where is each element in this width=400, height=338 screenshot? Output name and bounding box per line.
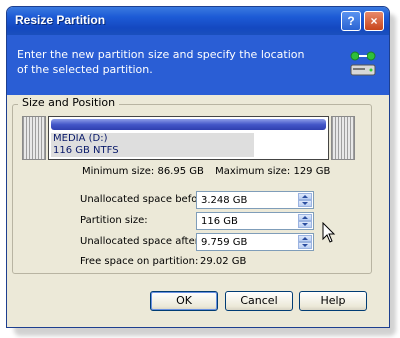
unallocated-before-region[interactable] bbox=[22, 116, 46, 160]
unallocated-before-stepper[interactable] bbox=[196, 191, 314, 209]
window-title: Resize Partition bbox=[15, 13, 106, 27]
minimum-size: Minimum size: 86.95 GB bbox=[82, 166, 204, 177]
partition-resize-bar[interactable] bbox=[51, 119, 326, 130]
banner-description: Enter the new partition size and specify… bbox=[17, 48, 305, 76]
size-limits: Minimum size: 86.95 GB Maximum size: 129… bbox=[82, 166, 338, 177]
title-bar[interactable]: Resize Partition ? × bbox=[7, 7, 389, 35]
help-title-button[interactable]: ? bbox=[341, 11, 361, 31]
unallocated-after-stepper[interactable] bbox=[196, 233, 314, 251]
unallocated-after-region[interactable] bbox=[331, 116, 355, 160]
spin-down-button[interactable] bbox=[298, 200, 312, 207]
partition-map[interactable]: MEDIA (D:) 116 GB NTFS bbox=[48, 116, 329, 160]
close-button[interactable]: × bbox=[364, 11, 384, 31]
unallocated-after-input[interactable] bbox=[199, 234, 297, 250]
partition-details: 116 GB NTFS bbox=[53, 145, 119, 156]
ok-button[interactable]: OK bbox=[150, 291, 218, 311]
partition-size-label: Partition size: bbox=[80, 215, 148, 226]
maximum-size: Maximum size: 129 GB bbox=[215, 166, 331, 177]
cancel-button[interactable]: Cancel bbox=[225, 291, 293, 311]
spin-down-button[interactable] bbox=[298, 221, 312, 228]
mouse-cursor-icon bbox=[322, 222, 336, 243]
drive-network-icon bbox=[350, 51, 376, 76]
group-label: Size and Position bbox=[18, 96, 120, 109]
unallocated-after-label: Unallocated space after: bbox=[80, 236, 203, 247]
partition-info: MEDIA (D:) 116 GB NTFS bbox=[51, 133, 254, 157]
partition-name: MEDIA (D:) bbox=[53, 133, 108, 144]
unallocated-before-label: Unallocated space before: bbox=[80, 194, 211, 205]
help-button[interactable]: Help bbox=[299, 291, 367, 311]
partition-size-input[interactable] bbox=[199, 213, 297, 229]
spin-up-button[interactable] bbox=[298, 235, 312, 242]
free-space-value: 29.02 GB bbox=[200, 256, 247, 267]
unallocated-before-input[interactable] bbox=[199, 192, 297, 208]
spin-up-button[interactable] bbox=[298, 214, 312, 221]
header-banner: Enter the new partition size and specify… bbox=[7, 35, 389, 95]
spin-down-button[interactable] bbox=[298, 242, 312, 249]
spin-up-button[interactable] bbox=[298, 193, 312, 200]
free-space-label: Free space on partition: bbox=[80, 256, 199, 267]
partition-size-stepper[interactable] bbox=[196, 212, 314, 230]
